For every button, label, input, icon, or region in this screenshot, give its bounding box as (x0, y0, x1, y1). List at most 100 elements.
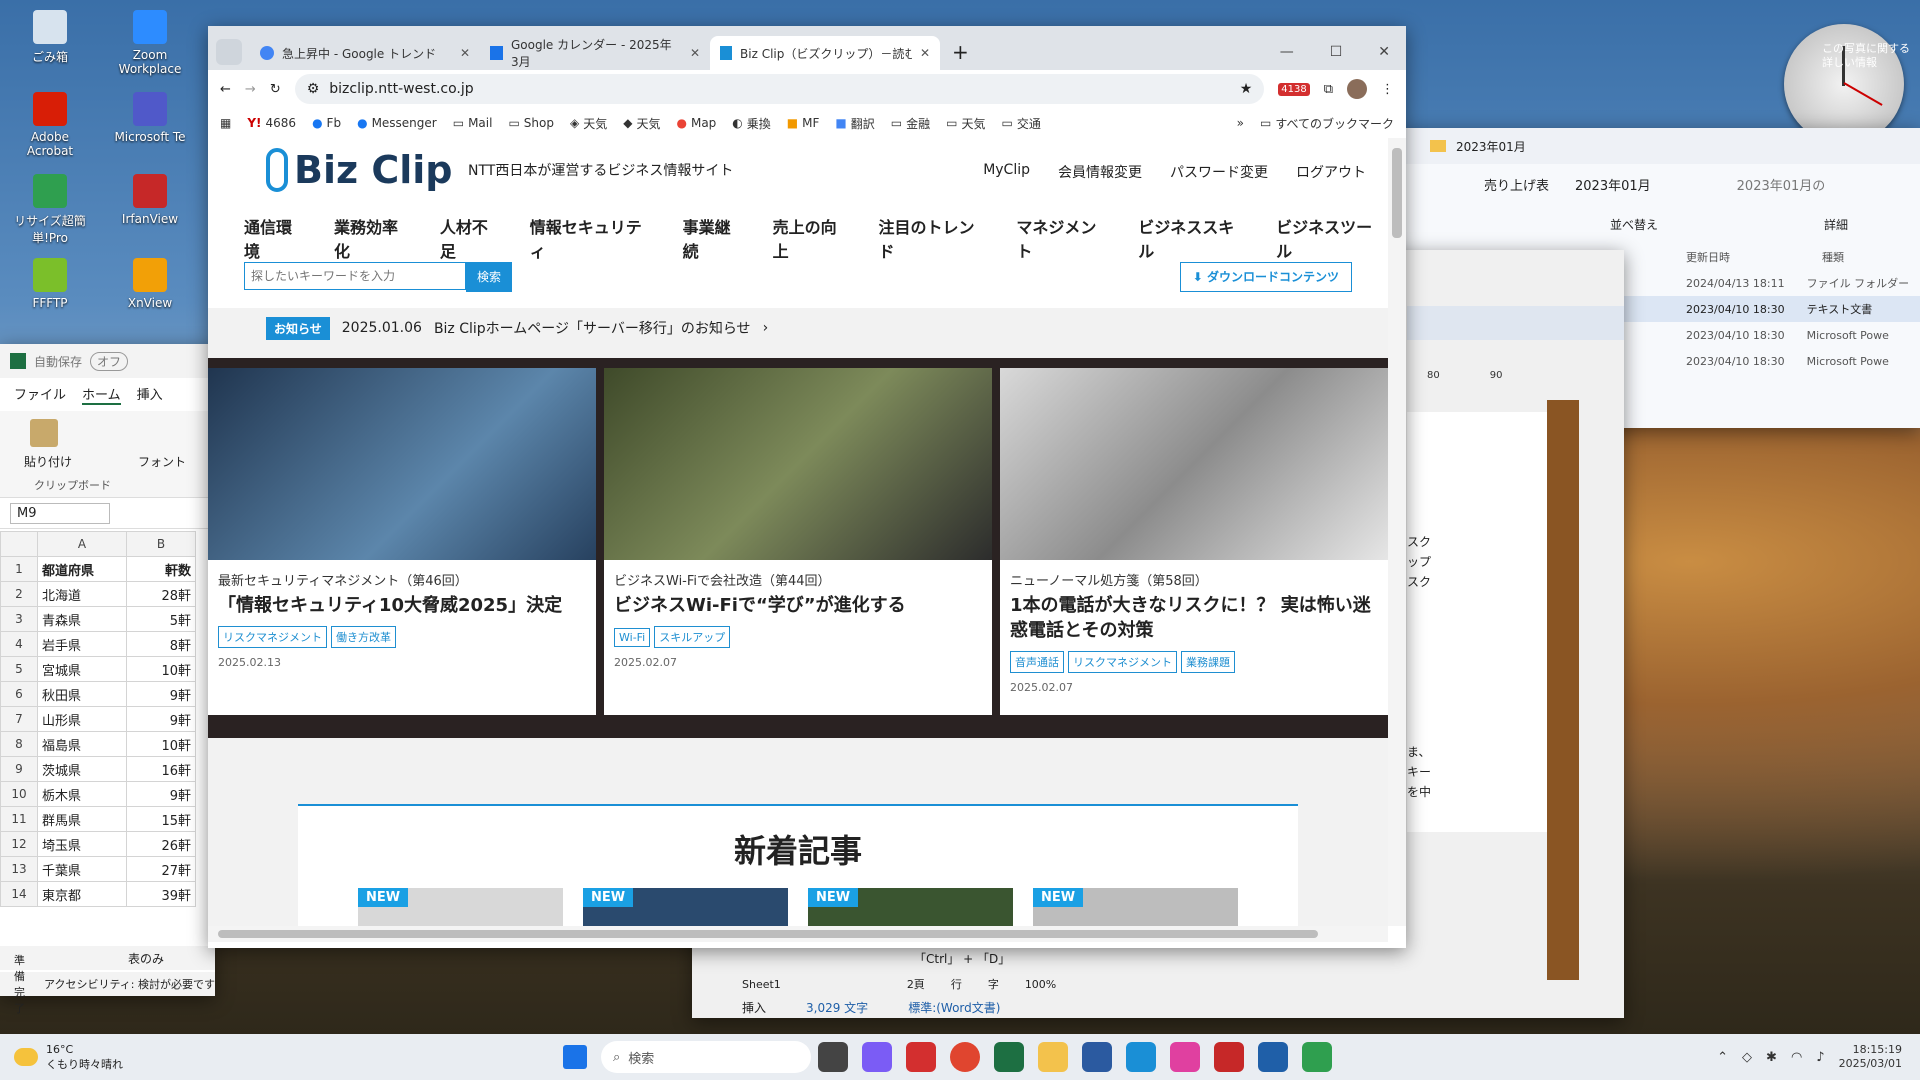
bookmark[interactable]: ▭ 金融 (891, 115, 930, 132)
insert-mode[interactable]: 挿入 (742, 999, 766, 1016)
clock[interactable]: 18:15:19 2025/03/01 (1839, 1043, 1902, 1071)
taskview-icon[interactable] (818, 1042, 848, 1072)
bookmark[interactable]: ▭ Mail (453, 116, 493, 130)
article-card[interactable]: 最新セキュリティマネジメント（第46回） 「情報セキュリティ10大脅威2025」… (208, 368, 596, 715)
explorer-tab[interactable]: 2023年01月 (1456, 138, 1526, 155)
cell[interactable]: 群馬県 (37, 806, 127, 832)
nav-item[interactable]: 業務効率化 (334, 214, 414, 262)
bizclip-logo[interactable]: Biz Clip (266, 148, 452, 192)
site-search-button[interactable]: 検索 (466, 262, 512, 292)
bookmark[interactable]: Y! 4686 (247, 116, 296, 130)
tag[interactable]: 働き方改革 (331, 626, 396, 649)
horizontal-scrollbar[interactable] (208, 926, 1388, 942)
nav-item[interactable]: 注目のトレンド (879, 214, 991, 262)
all-bookmarks[interactable]: ▭ すべてのブックマーク (1260, 115, 1394, 132)
paste-label[interactable]: 貼り付け (24, 453, 72, 470)
app-icon[interactable] (1126, 1042, 1156, 1072)
nav-item[interactable]: 事業継続 (683, 214, 747, 262)
namebox[interactable]: M9 (10, 502, 110, 524)
cell[interactable]: 埼玉県 (37, 831, 127, 857)
extensions-icon[interactable]: ⧉ (1324, 82, 1333, 97)
more-bookmarks-icon[interactable]: » (1237, 116, 1244, 130)
tag[interactable]: 音声通話 (1010, 651, 1064, 674)
sort-button[interactable]: 並べ替え (1610, 216, 1658, 233)
window-close-icon[interactable]: ✕ (1378, 44, 1390, 60)
cell[interactable]: 9軒 (126, 706, 196, 732)
bookmark[interactable]: ▭ 交通 (1001, 115, 1040, 132)
app-icon[interactable] (1170, 1042, 1200, 1072)
extension-badge[interactable]: 4138 (1278, 82, 1310, 96)
chevron-up-icon[interactable]: ⌃ (1717, 1050, 1728, 1065)
forward-icon[interactable]: → (245, 82, 256, 97)
bookmark[interactable]: ● Messenger (357, 116, 437, 130)
col-header[interactable]: B (126, 531, 196, 557)
wifi-icon[interactable]: ◠ (1791, 1050, 1802, 1065)
nav-item[interactable]: ビジネスツール (1276, 214, 1388, 262)
cell[interactable]: 福島県 (37, 731, 127, 757)
cell[interactable]: 山形県 (37, 706, 127, 732)
sheet-tab[interactable]: Sheet1 (742, 978, 781, 991)
tag[interactable]: リスクマネジメント (1068, 651, 1177, 674)
site-info-icon[interactable]: ⚙ (307, 81, 320, 97)
acrobat-icon[interactable]: Adobe Acrobat (10, 92, 90, 158)
cell[interactable]: 15軒 (126, 806, 196, 832)
maximize-icon[interactable]: ☐ (1330, 44, 1343, 60)
cell[interactable]: 東京都 (37, 881, 127, 907)
explorer-icon[interactable] (1038, 1042, 1068, 1072)
nav-item[interactable]: ビジネススキル (1138, 214, 1250, 262)
app-icon[interactable] (1214, 1042, 1244, 1072)
menu-home[interactable]: ホーム (82, 384, 121, 405)
tag[interactable]: リスクマネジメント (218, 626, 327, 649)
cell[interactable]: 宮城県 (37, 656, 127, 682)
resize-app-icon[interactable]: リサイズ超簡単!Pro (10, 174, 90, 246)
cell[interactable]: 26軒 (126, 831, 196, 857)
chrome-icon[interactable] (950, 1042, 980, 1072)
tag[interactable]: スキルアップ (654, 626, 731, 649)
cell[interactable]: 16軒 (126, 756, 196, 782)
article-title[interactable]: 1本の電話が大きなリスクに！？ 実は怖い迷惑電話とその対策 (1010, 593, 1378, 643)
close-icon[interactable]: ✕ (690, 46, 700, 60)
sheet-tab[interactable]: 表のみ (128, 950, 164, 967)
start-button[interactable] (563, 1045, 587, 1069)
bookmark[interactable]: ▭ Shop (508, 116, 554, 130)
cell[interactable]: 都道府県 (37, 556, 127, 582)
tab-bizclip[interactable]: Biz Clip（ビズクリップ）－読む・知✕ (710, 36, 940, 70)
cell[interactable]: 栃木県 (37, 781, 127, 807)
taskbar-search[interactable]: ⌕ 検索 (601, 1041, 811, 1073)
bookmark[interactable]: ■ MF (787, 116, 820, 130)
menu-insert[interactable]: 挿入 (137, 384, 163, 405)
bookmark[interactable]: ■ 翻訳 (835, 115, 874, 132)
close-icon[interactable]: ✕ (460, 46, 470, 60)
bookmark[interactable]: ● Fb (312, 116, 341, 130)
new-tab-icon[interactable]: + (952, 40, 969, 64)
cell[interactable]: 千葉県 (37, 856, 127, 882)
close-icon[interactable]: ✕ (920, 46, 930, 60)
download-button[interactable]: ⬇ ダウンロードコンテンツ (1179, 262, 1352, 292)
teams-icon[interactable]: Microsoft Te (110, 92, 190, 144)
cell[interactable]: 茨城県 (37, 756, 127, 782)
photo-info-text[interactable]: この写真に関する詳しい情報 (1822, 42, 1912, 71)
autosave-toggle[interactable]: オフ (90, 351, 129, 371)
nav-item[interactable]: 情報セキュリティ (530, 214, 657, 262)
apps-icon[interactable]: ▦ (220, 116, 231, 130)
col-modified[interactable]: 更新日時 (1686, 249, 1730, 265)
tab-google-trends[interactable]: 急上昇中 - Google トレンド ✕ (250, 36, 480, 70)
myclip-link[interactable]: MyClip (983, 162, 1030, 182)
excel-icon[interactable] (994, 1042, 1024, 1072)
cell[interactable]: 秋田県 (37, 681, 127, 707)
cell[interactable]: 岩手県 (37, 631, 127, 657)
dropbox-icon[interactable]: ◇ (1742, 1050, 1752, 1065)
article-title[interactable]: 「情報セキュリティ10大脅威2025」決定 (218, 593, 586, 618)
zoom-level[interactable]: 100% (1025, 978, 1056, 991)
notice-link[interactable]: Biz Clipホームページ「サーバー移行」のお知らせ (434, 318, 751, 338)
nav-item[interactable]: 人材不足 (440, 214, 504, 262)
cell[interactable]: 10軒 (126, 731, 196, 757)
breadcrumb-item[interactable]: 2023年01月 (1575, 175, 1651, 194)
word-page[interactable]: スク ップ スク ま、 キー を中 (1407, 412, 1547, 832)
article-card[interactable]: ニューノーマル処方箋（第58回） 1本の電話が大きなリスクに！？ 実は怖い迷惑電… (1000, 368, 1388, 715)
app-icon[interactable] (906, 1042, 936, 1072)
copilot-icon[interactable] (862, 1042, 892, 1072)
tab-google-calendar[interactable]: Google カレンダー - 2025年 3月 ✕ (480, 36, 710, 70)
cell[interactable]: 5軒 (126, 606, 196, 632)
address-bar[interactable]: ⚙ bizclip.ntt-west.co.jp ★ (294, 74, 1265, 104)
